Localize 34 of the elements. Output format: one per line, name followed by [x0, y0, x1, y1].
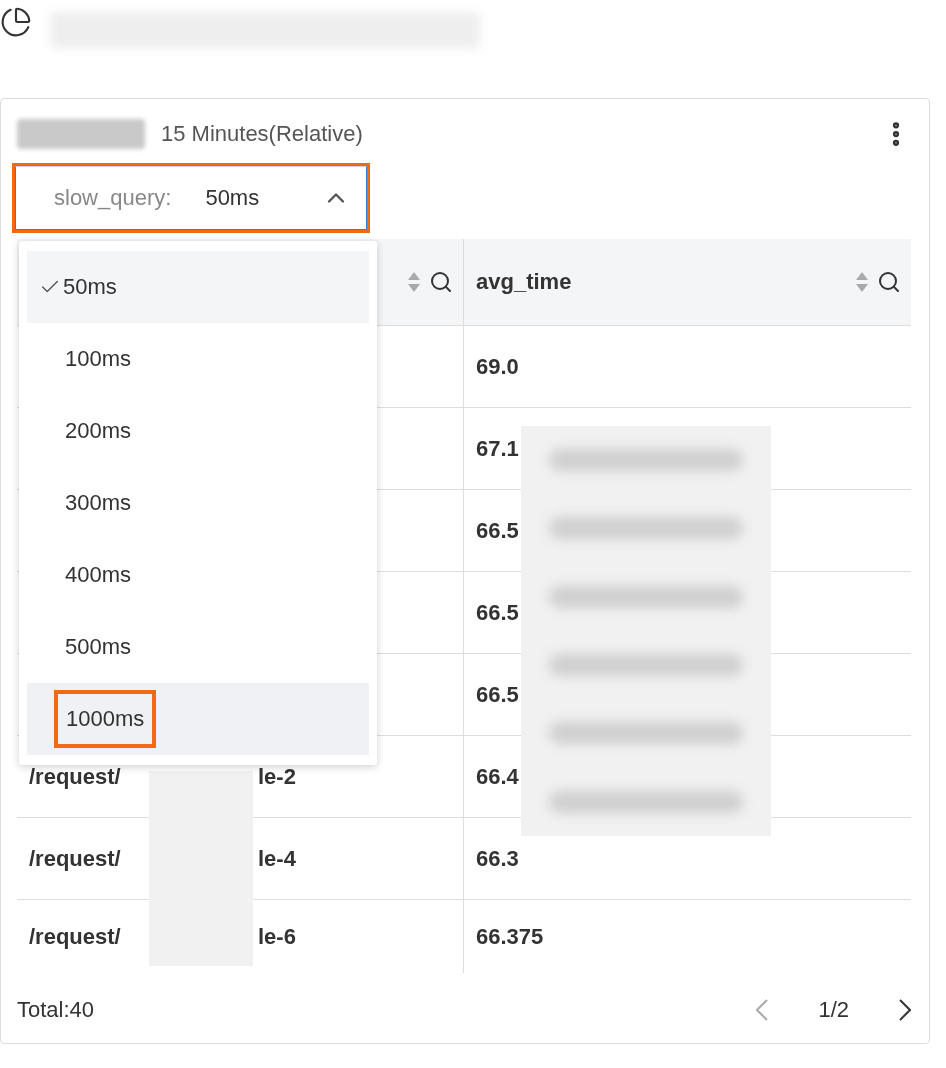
- path-text: /request/: [29, 845, 122, 872]
- filter-select[interactable]: slow_query: 50ms: [15, 166, 367, 230]
- column-title: avg_time: [476, 269, 573, 295]
- dropdown-option[interactable]: 200ms: [27, 395, 369, 467]
- avg-time-text: 66.4: [476, 763, 519, 790]
- path-text: /request/: [29, 763, 122, 790]
- filter-label: slow_query:: [54, 185, 172, 211]
- dropdown-option[interactable]: 100ms: [27, 323, 369, 395]
- chevron-right-icon: [899, 999, 911, 1021]
- pie-chart-icon: [0, 6, 32, 38]
- avg-time-text: 66.5: [476, 599, 519, 626]
- dropdown-option[interactable]: 1000ms: [27, 683, 369, 755]
- path-text: le-6: [258, 923, 296, 950]
- path-text: le-2: [258, 763, 296, 790]
- avg-time-text: 69.0: [476, 353, 519, 380]
- filter-value: 50ms: [205, 185, 261, 211]
- time-range-label: 15 Minutes(Relative): [161, 121, 364, 147]
- avg-time-text: 66.5: [476, 517, 519, 544]
- dropdown-option[interactable]: 500ms: [27, 611, 369, 683]
- chevron-left-icon: [756, 999, 769, 1021]
- next-page-button[interactable]: [899, 999, 911, 1021]
- path-text: /request/: [29, 923, 122, 950]
- dropdown-option[interactable]: 300ms: [27, 467, 369, 539]
- avg-time-text: 66.5: [476, 681, 519, 708]
- avg-time-text: 67.1: [476, 435, 519, 462]
- avg-time-text: 66.3: [476, 845, 519, 872]
- path-text: le-4: [258, 845, 296, 872]
- dropdown-option[interactable]: 50ms: [27, 251, 369, 323]
- dropdown-option[interactable]: 400ms: [27, 539, 369, 611]
- search-icon[interactable]: [429, 270, 453, 294]
- avg-time-text: 66.375: [476, 923, 544, 950]
- search-icon[interactable]: [877, 270, 901, 294]
- total-count: Total:40: [17, 997, 96, 1023]
- page-indicator: 1/2: [818, 997, 849, 1023]
